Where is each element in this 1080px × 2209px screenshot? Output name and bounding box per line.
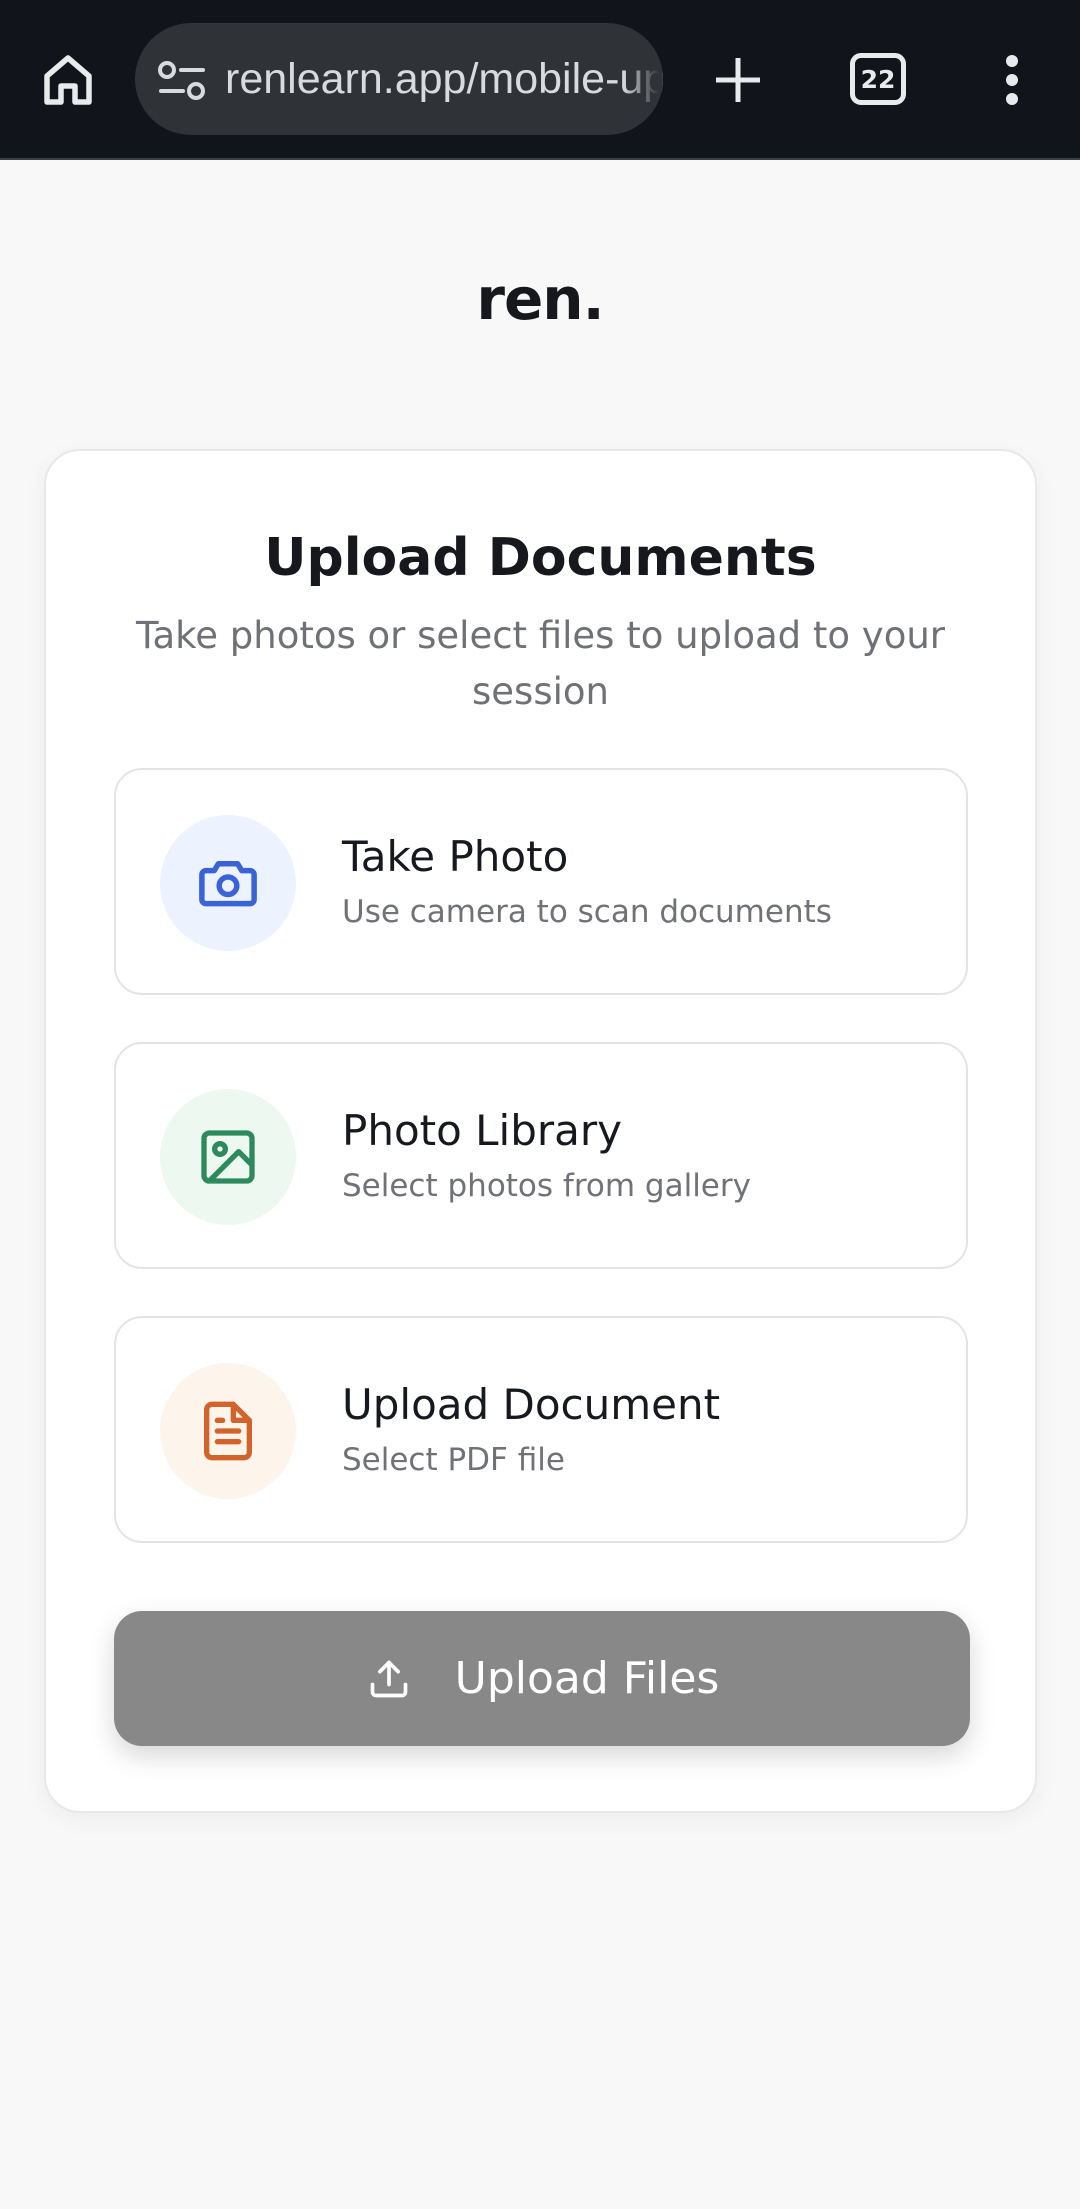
upload-document-description: Select PDF file (342, 1442, 565, 1478)
camera-icon (199, 861, 257, 907)
tab-switcher-button[interactable]: 22 (850, 53, 906, 105)
home-icon (44, 55, 92, 105)
page-title: Upload Documents (264, 528, 817, 588)
upload-card: Upload Documents Take photos or select f… (44, 449, 1037, 1813)
upload-document-icon-badge (160, 1363, 296, 1499)
photo-library-description: Select photos from gallery (342, 1168, 751, 1204)
upload-files-label: Upload Files (454, 1653, 720, 1704)
photo-library-title: Photo Library (342, 1106, 623, 1155)
upload-icon (365, 1655, 413, 1703)
image-icon (201, 1130, 255, 1184)
browser-menu-button[interactable] (990, 44, 1034, 116)
document-icon (204, 1401, 252, 1461)
take-photo-title: Take Photo (342, 832, 569, 881)
take-photo-description: Use camera to scan documents (342, 894, 832, 930)
home-button[interactable] (36, 44, 100, 116)
page-subtitle: Take photos or select files to upload to… (135, 614, 945, 713)
brand-logo: ren. (476, 265, 604, 333)
new-tab-button[interactable] (706, 44, 770, 116)
upload-files-button[interactable]: Upload Files (114, 1611, 970, 1746)
photo-library-icon-badge (160, 1089, 296, 1225)
more-vertical-icon (1006, 55, 1018, 105)
take-photo-option[interactable]: Take Photo Use camera to scan documents (114, 768, 968, 995)
take-photo-icon-badge (160, 815, 296, 951)
address-bar[interactable]: renlearn.app/mobile-upload (135, 23, 663, 135)
plus-icon (716, 58, 760, 102)
photo-library-option[interactable]: Photo Library Select photos from gallery (114, 1042, 968, 1269)
upload-document-title: Upload Document (342, 1380, 721, 1429)
browser-toolbar: renlearn.app/mobile-upload 22 (0, 0, 1080, 160)
site-settings-icon[interactable] (157, 59, 207, 103)
tab-count: 22 (860, 64, 896, 94)
upload-document-option[interactable]: Upload Document Select PDF file (114, 1316, 968, 1543)
url-text: renlearn.app/mobile-upload (225, 55, 663, 103)
